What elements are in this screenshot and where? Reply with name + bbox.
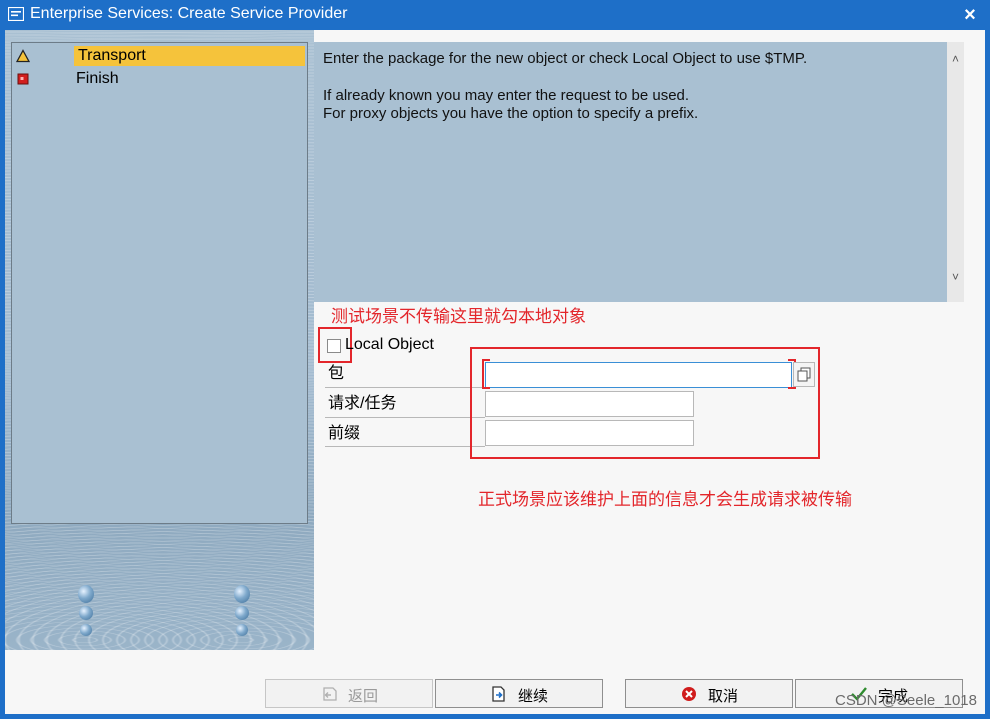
- watermark-text: CSDN @Seele_1018: [835, 692, 977, 709]
- step-label: Transport: [74, 46, 305, 66]
- close-icon[interactable]: ×: [958, 3, 982, 27]
- continue-icon: [492, 686, 505, 702]
- water-drop-image: [80, 624, 92, 636]
- red-square-icon: [17, 73, 29, 85]
- water-drop-image: [236, 624, 248, 636]
- step-navigation-panel: Transport Finish: [5, 30, 314, 650]
- prefix-label: 前缀: [328, 425, 361, 442]
- instruction-line: For proxy objects you have the option to…: [323, 105, 699, 122]
- step-label: Finish: [76, 70, 119, 87]
- water-drop-image: [234, 585, 250, 603]
- row-divider: [325, 387, 485, 388]
- annotation-note: 测试场景不传输这里就勾本地对象: [331, 307, 586, 326]
- dialog-window: Enterprise Services: Create Service Prov…: [0, 0, 990, 719]
- cancel-button[interactable]: 取消: [625, 679, 793, 708]
- cancel-icon: [682, 687, 696, 701]
- water-drop-image: [79, 606, 93, 620]
- dialog-body: Transport Finish Enter the package for t…: [5, 30, 985, 714]
- request-label: 请求/任务: [328, 395, 397, 412]
- chevron-up-icon[interactable]: ˄: [947, 52, 964, 72]
- cancel-button-label: 取消: [708, 688, 739, 705]
- sap-window-icon: [8, 7, 24, 21]
- instructions-panel: Enter the package for the new object or …: [314, 42, 964, 302]
- annotation-note: 正式场景应该维护上面的信息才会生成请求被传输: [478, 490, 852, 509]
- back-button-label: 返回: [348, 688, 379, 705]
- window-title: Enterprise Services: Create Service Prov…: [30, 5, 348, 22]
- instruction-line: If already known you may enter the reque…: [323, 87, 690, 104]
- instruction-line: Enter the package for the new object or …: [323, 50, 808, 67]
- step-list: Transport Finish: [11, 42, 308, 524]
- back-icon: [323, 687, 337, 701]
- annotation-highlight-box: [470, 347, 820, 459]
- continue-button-label: 继续: [518, 688, 549, 705]
- step-item-transport[interactable]: Transport: [12, 45, 307, 67]
- chevron-down-icon[interactable]: ˅: [947, 270, 964, 290]
- local-object-checkbox[interactable]: [327, 339, 341, 353]
- back-button[interactable]: 返回: [265, 679, 433, 708]
- scrollbar[interactable]: ˄ ˅: [947, 42, 964, 302]
- warning-triangle-icon: [16, 49, 30, 63]
- local-object-label: Local Object: [345, 336, 434, 353]
- row-divider: [325, 417, 485, 418]
- step-item-finish[interactable]: Finish: [12, 68, 307, 90]
- title-bar: Enterprise Services: Create Service Prov…: [0, 0, 990, 30]
- continue-button[interactable]: 继续: [435, 679, 603, 708]
- water-drop-image: [235, 606, 249, 620]
- water-drop-image: [78, 585, 94, 603]
- package-label: 包: [328, 365, 345, 382]
- row-divider: [325, 446, 485, 447]
